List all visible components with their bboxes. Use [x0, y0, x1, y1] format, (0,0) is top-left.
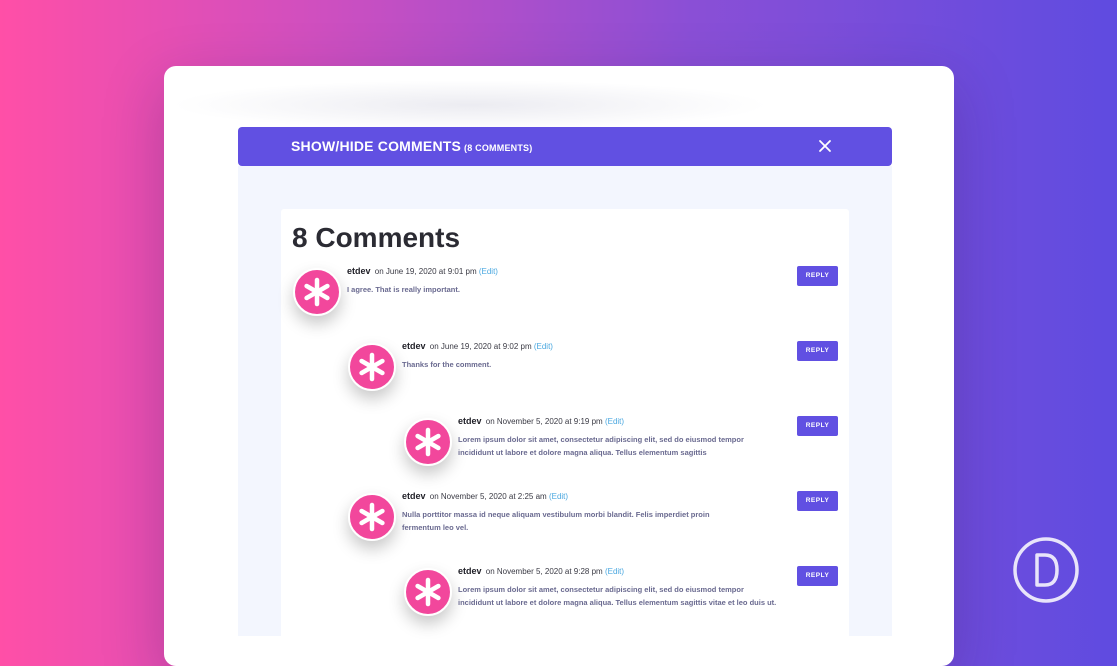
comment-author[interactable]: etdev	[402, 341, 426, 351]
reply-button[interactable]: REPLY	[797, 491, 838, 511]
comment-meta: etdev on November 5, 2020 at 9:19 pm (Ed…	[458, 416, 624, 426]
comment-date[interactable]: on November 5, 2020 at 9:28 pm	[486, 567, 603, 576]
comment-author[interactable]: etdev	[402, 491, 426, 501]
asterisk-avatar-icon	[293, 268, 341, 316]
comment-meta: etdev on November 5, 2020 at 9:28 pm (Ed…	[458, 566, 624, 576]
edit-link[interactable]: (Edit)	[605, 417, 624, 426]
asterisk-avatar-icon	[404, 568, 452, 616]
comment-text: I agree. That is really important.	[347, 285, 460, 294]
reply-button[interactable]: REPLY	[797, 341, 838, 361]
divi-logo-icon	[1013, 537, 1079, 603]
reply-button[interactable]: REPLY	[797, 566, 838, 586]
edit-link[interactable]: (Edit)	[479, 267, 498, 276]
comment-author[interactable]: etdev	[458, 416, 482, 426]
toggle-title: SHOW/HIDE COMMENTS (8 COMMENTS)	[291, 138, 532, 154]
comment-date[interactable]: on November 5, 2020 at 2:25 am	[430, 492, 547, 501]
comment-item: etdev on June 19, 2020 at 9:01 pm (Edit)…	[293, 266, 793, 338]
reply-button[interactable]: REPLY	[797, 416, 838, 436]
show-hide-comments-toggle[interactable]: SHOW/HIDE COMMENTS (8 COMMENTS)	[238, 127, 892, 166]
comments-heading: 8 Comments	[292, 222, 461, 253]
comment-item: etdev on June 19, 2020 at 9:02 pm (Edit)…	[348, 341, 788, 413]
comment-text: Lorem ipsum dolor sit amet, consectetur …	[458, 435, 744, 457]
comment-date[interactable]: on November 5, 2020 at 9:19 pm	[486, 417, 603, 426]
comment-item: etdev on November 5, 2020 at 9:19 pm (Ed…	[404, 416, 794, 488]
comment-text: Lorem ipsum dolor sit amet, consectetur …	[458, 585, 777, 607]
reply-button[interactable]: REPLY	[797, 266, 838, 286]
asterisk-avatar-icon	[348, 343, 396, 391]
comment-text: Thanks for the comment.	[402, 360, 492, 369]
edit-link[interactable]: (Edit)	[534, 342, 553, 351]
toggle-comment-count: (8 COMMENTS)	[464, 143, 533, 153]
asterisk-avatar-icon	[404, 418, 452, 466]
comment-text: Nulla porttitor massa id neque aliquam v…	[402, 510, 710, 532]
comment-date[interactable]: on June 19, 2020 at 9:01 pm	[375, 267, 477, 276]
close-icon[interactable]	[818, 139, 832, 153]
comment-author[interactable]: etdev	[347, 266, 371, 276]
comment-date[interactable]: on June 19, 2020 at 9:02 pm	[430, 342, 532, 351]
comment-item: etdev on November 5, 2020 at 9:28 pm (Ed…	[404, 566, 794, 638]
comment-author[interactable]: etdev	[458, 566, 482, 576]
edit-link[interactable]: (Edit)	[605, 567, 624, 576]
asterisk-avatar-icon	[348, 493, 396, 541]
comment-meta: etdev on June 19, 2020 at 9:02 pm (Edit)	[402, 341, 553, 351]
toggle-title-label: SHOW/HIDE COMMENTS	[291, 138, 462, 154]
comment-meta: etdev on November 5, 2020 at 2:25 am (Ed…	[402, 491, 568, 501]
comment-item: etdev on November 5, 2020 at 2:25 am (Ed…	[348, 491, 788, 563]
edit-link[interactable]: (Edit)	[549, 492, 568, 501]
comment-meta: etdev on June 19, 2020 at 9:01 pm (Edit)	[347, 266, 498, 276]
panel-shadow-haze	[170, 80, 770, 130]
